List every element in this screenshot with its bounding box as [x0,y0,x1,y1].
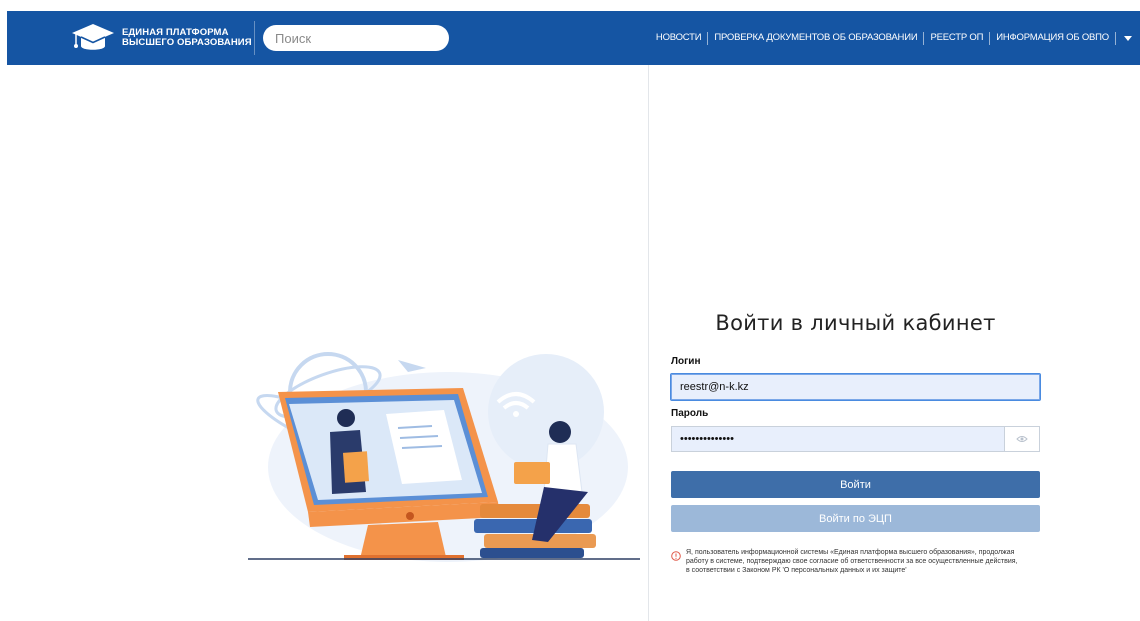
nav-separator [1115,31,1116,45]
platform-logo[interactable]: ЕДИНАЯ ПЛАТФОРМА ВЫСШЕГО ОБРАЗОВАНИЯ [70,21,252,55]
toggle-password-button[interactable] [1004,426,1040,452]
login-button[interactable]: Войти [671,471,1040,498]
consent-notice: Я, пользователь информационной системы «… [671,548,1021,575]
login-field[interactable] [671,374,1040,400]
exclamation-circle-icon [671,551,681,561]
nav-document-check[interactable]: ПРОВЕРКА ДОКУМЕНТОВ ОБ ОБРАЗОВАНИИ [708,31,923,45]
logo-text: ЕДИНАЯ ПЛАТФОРМА ВЫСШЕГО ОБРАЗОВАНИЯ [122,28,252,48]
education-illustration [248,352,640,562]
consent-text: Я, пользователь информационной системы «… [686,549,1018,574]
login-title: Войти в личный кабинет [715,311,996,335]
nav-registry[interactable]: РЕЕСТР ОП [924,31,989,45]
header-divider [254,21,255,55]
nav-news[interactable]: НОВОСТИ [650,31,707,45]
site-header: ЕДИНАЯ ПЛАТФОРМА ВЫСШЕГО ОБРАЗОВАНИЯ НОВ… [7,11,1140,65]
eye-icon [1016,436,1028,442]
nav-ovpo-info[interactable]: ИНФОРМАЦИЯ ОБ ОВПО [990,31,1115,45]
ecp-login-button[interactable]: Войти по ЭЦП [671,505,1040,532]
top-gap [0,0,1140,11]
logo-line-2: ВЫСШЕГО ОБРАЗОВАНИЯ [122,37,252,48]
main-nav: НОВОСТИ ПРОВЕРКА ДОКУМЕНТОВ ОБ ОБРАЗОВАН… [650,11,1134,65]
graduation-cap-icon [72,24,114,50]
search-input[interactable] [263,25,449,51]
password-field[interactable] [671,426,1004,452]
password-label: Пароль [671,408,709,419]
login-label: Логин [671,356,701,367]
panel-divider [648,65,649,621]
caret-down-icon[interactable] [1124,35,1132,41]
